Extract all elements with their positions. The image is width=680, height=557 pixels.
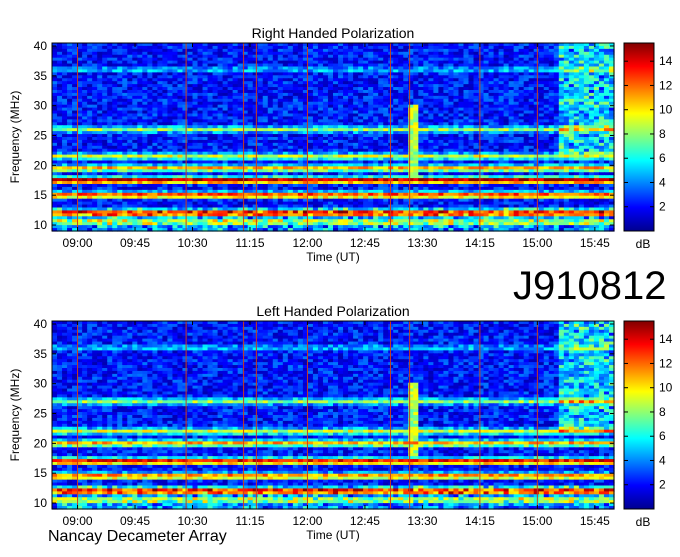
x-tick-label: 14:15 <box>465 514 495 528</box>
x-tick-label: 15:00 <box>522 236 552 250</box>
panel-title: Left Handed Polarization <box>256 303 409 319</box>
y-axis-label: Frequency (MHz) <box>8 91 22 184</box>
colorbar: 2 4 6 8 10 12 14 dB <box>624 43 673 251</box>
x-axis-label: Time (UT) <box>306 250 360 264</box>
y-tick-label: 40 <box>34 317 48 331</box>
x-tick-label: 14:15 <box>465 236 495 250</box>
footer-label: Nancay Decameter Array <box>48 527 227 547</box>
colorbar-tick-label: 4 <box>659 175 666 189</box>
x-tick-label: 15:00 <box>522 514 552 528</box>
colorbar-tick-label: 12 <box>659 78 673 92</box>
x-tick-label: 09:45 <box>120 236 150 250</box>
x-tick-label: 12:45 <box>350 236 380 250</box>
y-tick-label: 40 <box>34 39 48 53</box>
x-tick-label: 11:15 <box>235 514 264 528</box>
spectrogram-panel-2: Left Handed Polarization 09:00 09:45 10:30 1… <box>8 303 673 542</box>
y-axis-label: Frequency (MHz) <box>8 369 22 462</box>
x-tick-label: 12:45 <box>350 514 380 528</box>
x-tick-label: 10:30 <box>177 236 207 250</box>
y-tick-label: 30 <box>34 99 48 113</box>
colorbar-tick-label: 10 <box>659 103 673 117</box>
colorbar-tick-label: 8 <box>659 405 666 419</box>
y-tick-label: 10 <box>34 218 48 232</box>
colorbar-tick-label: 14 <box>659 54 673 68</box>
colorbar-tick-label: 12 <box>659 356 673 370</box>
y-tick-label: 30 <box>34 377 48 391</box>
y-tick-label: 35 <box>34 69 48 83</box>
x-tick-label: 13:30 <box>407 236 437 250</box>
colorbar-gradient <box>624 43 654 231</box>
y-tick-label: 25 <box>34 129 48 143</box>
y-tick-label: 15 <box>34 466 48 480</box>
x-axis-label: Time (UT) <box>306 528 360 542</box>
y-tick-label: 35 <box>34 347 48 361</box>
y-tick-label: 20 <box>34 436 48 450</box>
x-tick-label: 09:00 <box>63 236 93 250</box>
x-tick-label: 09:45 <box>120 514 150 528</box>
y-tick-label: 10 <box>34 496 48 510</box>
colorbar-unit-label: dB <box>636 515 651 529</box>
x-tick-label: 15:45 <box>580 236 610 250</box>
colorbar-unit-label: dB <box>636 237 651 251</box>
colorbar-tick-label: 14 <box>659 332 673 346</box>
spectrogram-panel-1: Right Handed Polarization 09:00 09:45 10:30… <box>8 25 673 264</box>
x-tick-label: 12:00 <box>292 514 322 528</box>
colorbar-gradient <box>624 321 654 509</box>
observation-id: J910812 <box>513 262 666 310</box>
x-tick-label: 13:30 <box>407 514 437 528</box>
colorbar-tick-label: 2 <box>659 478 666 492</box>
x-tick-label: 10:30 <box>177 514 207 528</box>
x-tick-label: 12:00 <box>292 236 322 250</box>
colorbar-tick-label: 8 <box>659 127 666 141</box>
colorbar: 2 4 6 8 10 12 14 dB <box>624 321 673 529</box>
x-tick-label: 09:00 <box>63 514 93 528</box>
x-tick-label: 15:45 <box>580 514 610 528</box>
colorbar-tick-label: 6 <box>659 429 666 443</box>
y-tick-label: 25 <box>34 407 48 421</box>
colorbar-tick-label: 10 <box>659 381 673 395</box>
panel-title: Right Handed Polarization <box>252 25 415 41</box>
colorbar-tick-label: 2 <box>659 200 666 214</box>
colorbar-tick-label: 4 <box>659 453 666 467</box>
heatmap-cells <box>52 321 615 510</box>
y-tick-label: 15 <box>34 188 48 202</box>
y-tick-label: 20 <box>34 158 48 172</box>
colorbar-tick-label: 6 <box>659 151 666 165</box>
x-tick-label: 11:15 <box>235 236 264 250</box>
heatmap-cells <box>52 43 615 232</box>
